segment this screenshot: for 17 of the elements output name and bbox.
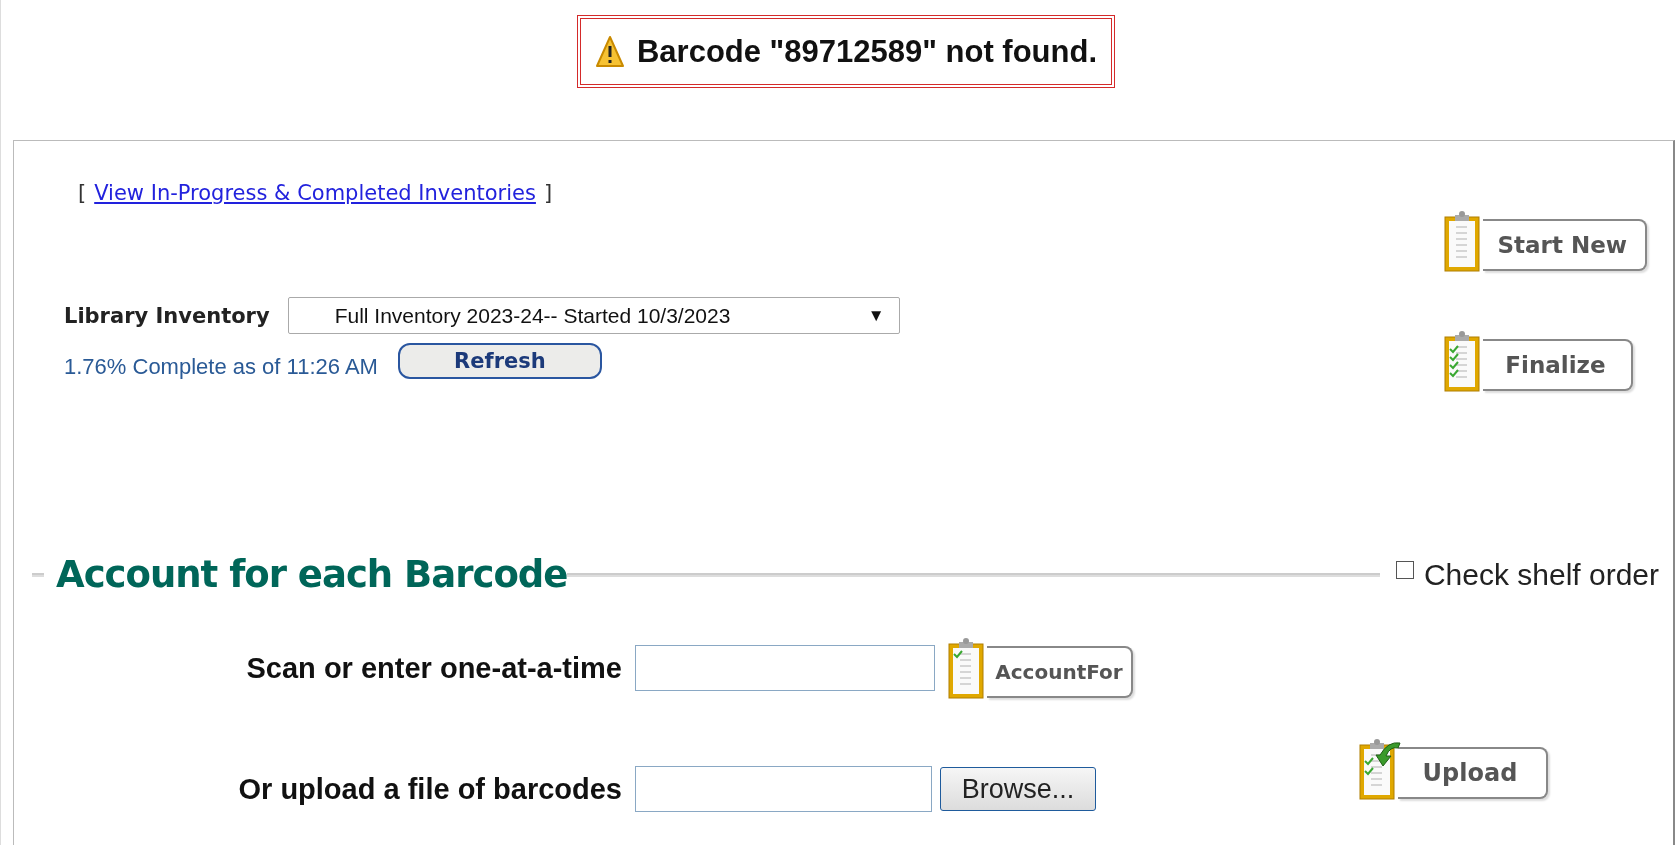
browse-button[interactable]: Browse...: [940, 767, 1096, 811]
alert-message: Barcode "89712589" not found.: [576, 15, 1116, 88]
field-label: Scan or enter one-at-a-time: [245, 651, 623, 685]
progress-text: 1.76% Complete as of 11:26 AM: [64, 354, 378, 380]
field-label: Or upload a file of barcodes: [237, 772, 623, 806]
image-button[interactable]: Start New: [1483, 219, 1647, 271]
refresh-button[interactable]: Refresh: [397, 343, 602, 379]
bracket: [: [78, 181, 87, 205]
image-button[interactable]: AccountFor: [987, 646, 1133, 698]
section-title: Account for each Barcode: [56, 553, 568, 596]
inventory-label: Library Inventory: [64, 303, 270, 328]
bracket: ]: [543, 181, 553, 205]
image-button[interactable]: Finalize: [1483, 339, 1634, 391]
inventories-link[interactable]: View In-Progress & Completed Inventories: [94, 181, 536, 205]
inventory-dropdown[interactable]: Full Inventory 2023-24-- Started 10/3/2023 ▼: [287, 297, 900, 334]
image-button[interactable]: Upload: [1398, 747, 1548, 799]
checkbox-label: Check shelf order: [1423, 557, 1659, 592]
